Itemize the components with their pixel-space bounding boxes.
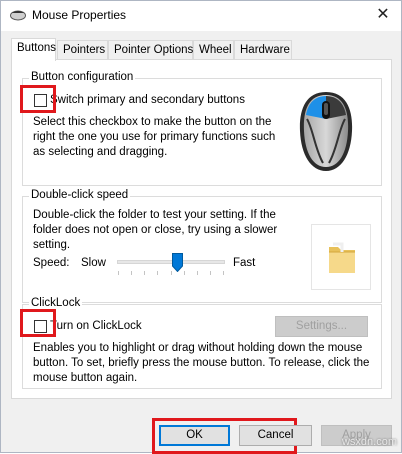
slider-tick: [210, 271, 211, 275]
watermark-text: wsxdn.com: [341, 436, 397, 448]
slider-tick: [223, 271, 224, 275]
fast-label: Fast: [233, 257, 256, 269]
slider-tick: [197, 271, 198, 275]
window-title: Mouse Properties: [32, 8, 127, 22]
clicklock-description-line-2: button. To set, briefly press the mouse …: [33, 357, 370, 369]
clicklock-group: ClickLock Turn on ClickLock Settings... …: [22, 297, 382, 389]
double-click-description-line-2: folder does not open or close, try using…: [33, 224, 278, 236]
slider-thumb[interactable]: [172, 253, 183, 272]
tab-wheel[interactable]: Wheel: [193, 40, 234, 60]
button-config-description-line-3: as selecting and dragging.: [33, 146, 168, 158]
slider-track[interactable]: [117, 260, 225, 264]
clicklock-description-line-1: Enables you to highlight or drag without…: [33, 342, 363, 354]
double-click-speed-group: Double-click speed Double-click the fold…: [22, 189, 382, 303]
mouse-illustration: [299, 92, 353, 171]
speed-label: Speed:: [33, 257, 70, 269]
slider-tick: [157, 271, 158, 275]
clicklock-checkbox-highlight: [20, 309, 56, 337]
button-configuration-title: Button configuration: [29, 71, 136, 83]
button-config-description-line-1: Select this checkbox to make the button …: [33, 116, 272, 128]
cancel-button[interactable]: Cancel: [239, 425, 312, 446]
buttons-tab-panel: Button configuration Switch primary and …: [11, 59, 392, 399]
double-click-speed-slider[interactable]: [117, 253, 225, 278]
ok-button[interactable]: OK: [159, 425, 230, 446]
mouse-properties-window: Mouse Properties ✕ Buttons Pointers Poin…: [0, 0, 402, 454]
test-folder-area[interactable]: [311, 224, 371, 290]
tab-hardware[interactable]: Hardware: [234, 40, 292, 60]
clicklock-description-line-3: mouse button again.: [33, 372, 138, 384]
mouse-icon: [10, 10, 26, 21]
folder-icon[interactable]: [327, 241, 357, 275]
tab-buttons[interactable]: Buttons: [11, 38, 56, 61]
slow-label: Slow: [81, 257, 106, 269]
slider-tick: [144, 271, 145, 275]
slider-tick: [118, 271, 119, 275]
clicklock-title: ClickLock: [29, 297, 83, 309]
clicklock-label[interactable]: Turn on ClickLock: [50, 319, 142, 334]
double-click-speed-title: Double-click speed: [29, 189, 131, 201]
double-click-description-line-1: Double-click the folder to test your set…: [33, 209, 276, 221]
double-click-description-line-3: setting.: [33, 239, 71, 251]
button-config-description-line-2: right the one you use for primary functi…: [33, 131, 276, 143]
switch-checkbox-highlight: [20, 85, 56, 113]
slider-tick: [131, 271, 132, 275]
slider-tick: [184, 271, 185, 275]
tab-pointer-options[interactable]: Pointer Options: [108, 40, 193, 60]
switch-buttons-label[interactable]: Switch primary and secondary buttons: [50, 93, 245, 108]
tab-pointers[interactable]: Pointers: [57, 40, 108, 60]
clicklock-settings-button[interactable]: Settings...: [275, 316, 368, 337]
title-bar: Mouse Properties ✕: [1, 1, 401, 31]
close-button[interactable]: ✕: [365, 1, 401, 31]
button-configuration-group: Button configuration Switch primary and …: [22, 71, 382, 186]
